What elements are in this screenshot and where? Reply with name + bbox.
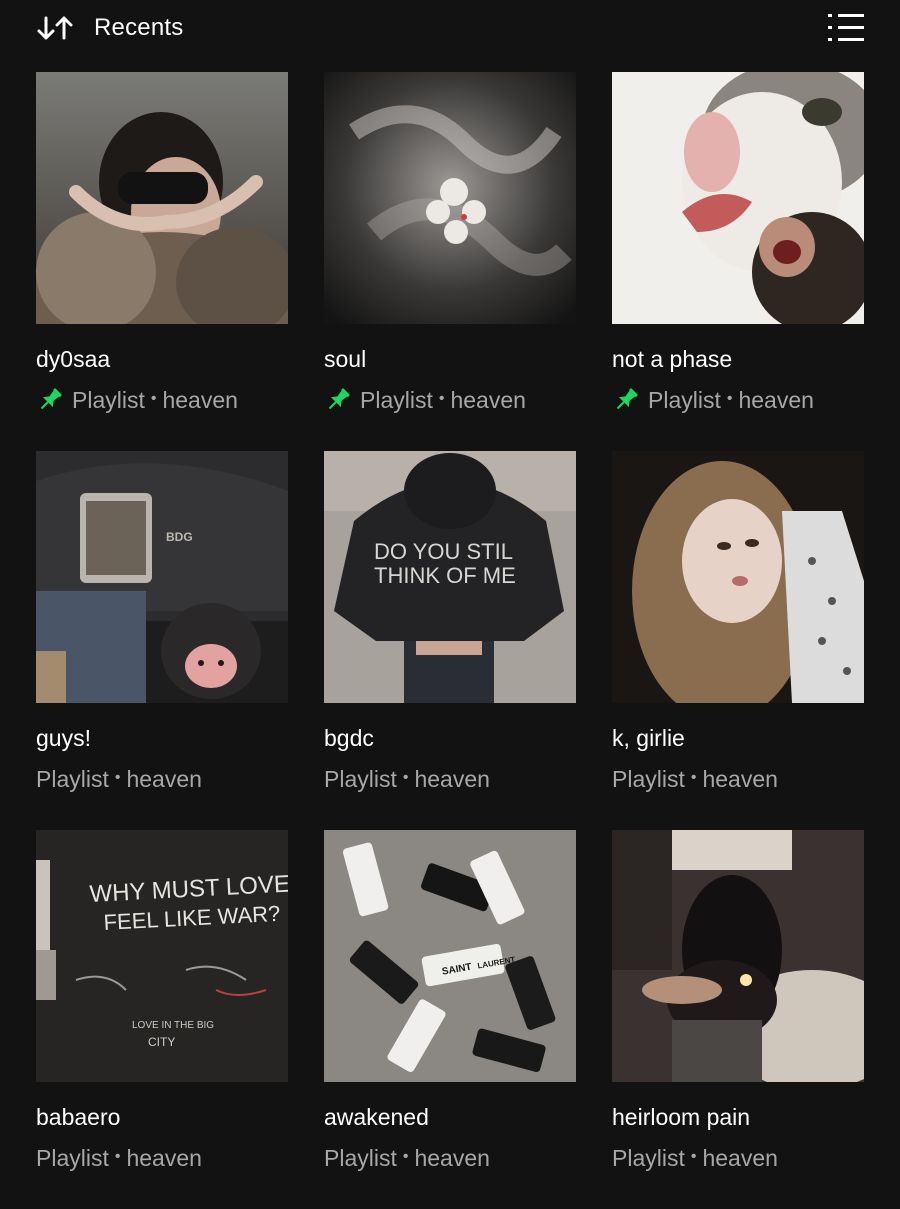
playlist-cover-image: SAINT LAURENT <box>324 830 576 1082</box>
svg-text:DO YOU STIL: DO YOU STIL <box>374 539 513 564</box>
playlist-title: k, girlie <box>612 725 685 751</box>
dot-separator: • <box>690 769 697 786</box>
sort-button[interactable]: Recents <box>36 10 183 46</box>
dot-separator: • <box>150 390 157 407</box>
playlist-type: Playlist <box>612 1144 685 1171</box>
svg-text:BDG: BDG <box>166 530 193 544</box>
playlist-cover-image <box>36 72 288 324</box>
playlist-owner: heaven <box>414 765 490 792</box>
playlist-subtitle: Playlist • heaven <box>612 1143 778 1173</box>
playlist-card[interactable]: not a phase Playlist • heaven <box>612 72 864 451</box>
playlist-title: not a phase <box>612 346 733 372</box>
playlist-subtitle: Playlist • heaven <box>36 764 202 794</box>
playlist-cover-image: BDG <box>36 451 288 703</box>
playlist-owner: heaven <box>450 386 526 413</box>
playlist-card[interactable]: soul Playlist • heaven <box>324 72 576 451</box>
playlist-card[interactable]: k, girlie Playlist • heaven <box>612 451 864 830</box>
playlist-card[interactable]: dy0saa Playlist • heaven <box>36 72 288 451</box>
playlist-subtitle: Playlist • heaven <box>36 385 238 415</box>
playlist-subtitle: Playlist • heaven <box>612 385 814 415</box>
svg-text:LOVE IN THE BIG: LOVE IN THE BIG <box>132 1020 214 1031</box>
playlist-owner: heaven <box>162 386 238 413</box>
playlist-type: Playlist <box>360 386 433 413</box>
sort-arrows-icon <box>37 16 73 40</box>
dot-separator: • <box>438 390 445 407</box>
playlist-card[interactable]: WHY MUST LOVE FEEL LIKE WAR? LOVE IN THE… <box>36 830 288 1209</box>
playlist-type: Playlist <box>324 765 397 792</box>
playlist-subtitle: Playlist • heaven <box>324 764 490 794</box>
pin-icon <box>616 388 638 410</box>
library-header: Recents <box>0 0 900 56</box>
svg-text:CITY: CITY <box>148 1035 175 1049</box>
playlist-title: awakened <box>324 1104 429 1130</box>
playlist-card[interactable]: SAINT LAURENT awakened Playlist • heaven <box>324 830 576 1209</box>
playlist-owner: heaven <box>702 1144 778 1171</box>
playlist-owner: heaven <box>702 765 778 792</box>
playlist-type: Playlist <box>648 386 721 413</box>
playlist-subtitle: Playlist • heaven <box>324 385 526 415</box>
pin-icon <box>328 388 350 410</box>
dot-separator: • <box>690 1148 697 1165</box>
playlist-card[interactable]: DO YOU STIL THINK OF ME bgdc Playlist • … <box>324 451 576 830</box>
playlist-owner: heaven <box>414 1144 490 1171</box>
playlist-owner: heaven <box>738 386 814 413</box>
playlist-card[interactable]: heirloom pain Playlist • heaven <box>612 830 864 1209</box>
playlist-title: dy0saa <box>36 346 111 372</box>
playlist-grid: dy0saa Playlist • heaven soul Playlist •… <box>36 72 864 1209</box>
playlist-cover-image <box>612 830 864 1082</box>
playlist-cover-image: DO YOU STIL THINK OF ME <box>324 451 576 703</box>
dot-separator: • <box>402 769 409 786</box>
playlist-type: Playlist <box>612 765 685 792</box>
playlist-title: heirloom pain <box>612 1104 751 1130</box>
svg-text:THINK OF ME: THINK OF ME <box>374 563 516 588</box>
dot-separator: • <box>402 1148 409 1165</box>
playlist-title: babaero <box>36 1104 121 1130</box>
playlist-subtitle: Playlist • heaven <box>324 1143 490 1173</box>
playlist-cover-image <box>612 72 864 324</box>
playlist-type: Playlist <box>72 386 145 413</box>
playlist-type: Playlist <box>324 1144 397 1171</box>
playlist-card[interactable]: BDG guys! Playlist • heaven <box>36 451 288 830</box>
playlist-subtitle: Playlist • heaven <box>36 1143 202 1173</box>
dot-separator: • <box>114 769 121 786</box>
playlist-title: bgdc <box>324 725 374 751</box>
playlist-type: Playlist <box>36 1144 109 1171</box>
playlist-owner: heaven <box>126 765 202 792</box>
playlist-title: guys! <box>36 725 91 751</box>
playlist-cover-image <box>324 72 576 324</box>
playlist-cover-image <box>612 451 864 703</box>
dot-separator: • <box>726 390 733 407</box>
dot-separator: • <box>114 1148 121 1165</box>
sort-label: Recents <box>94 14 184 41</box>
list-view-icon[interactable] <box>826 10 866 46</box>
playlist-type: Playlist <box>36 765 109 792</box>
pin-icon <box>40 388 62 410</box>
playlist-owner: heaven <box>126 1144 202 1171</box>
playlist-cover-image: WHY MUST LOVE FEEL LIKE WAR? LOVE IN THE… <box>36 830 288 1082</box>
playlist-title: soul <box>324 346 367 372</box>
playlist-subtitle: Playlist • heaven <box>612 764 778 794</box>
